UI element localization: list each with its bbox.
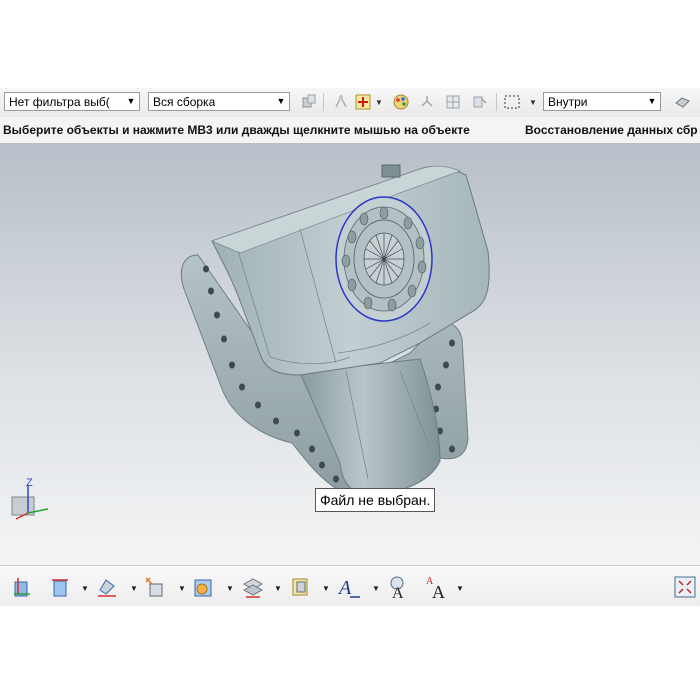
chevron-down-icon: ▼ — [276, 96, 286, 106]
shaded-icon[interactable] — [673, 93, 691, 111]
annotation-text-icon[interactable]: A — [336, 574, 362, 600]
layer-icon[interactable] — [240, 574, 266, 600]
select-filter-icon[interactable] — [354, 93, 372, 111]
move-component-icon[interactable] — [142, 574, 168, 600]
scope-value: Вся сборка — [153, 95, 216, 109]
toolbar-separator — [323, 93, 324, 111]
chevron-down-icon[interactable]: ▼ — [456, 584, 464, 593]
chevron-down-icon[interactable]: ▼ — [226, 584, 234, 593]
fit-view-icon[interactable] — [672, 574, 698, 600]
emblem-boss — [335, 196, 433, 322]
triad-z-label: Z — [26, 477, 33, 489]
view-toolbar: ▼ ▼ ▼ ▼ ▼ ▼ A ▼ A A A ▼ — [0, 565, 700, 606]
text-size-icon[interactable]: A A — [424, 574, 450, 600]
chevron-down-icon[interactable]: ▼ — [81, 584, 89, 593]
assembly-icon[interactable] — [300, 93, 318, 111]
svg-text:A: A — [432, 582, 445, 600]
chevron-down-icon[interactable]: ▼ — [178, 584, 186, 593]
view-triad-icon[interactable] — [10, 574, 36, 600]
chevron-down-icon: ▼ — [126, 96, 136, 106]
chevron-down-icon[interactable]: ▼ — [529, 98, 537, 107]
render-icon[interactable] — [190, 574, 216, 600]
chevron-down-icon[interactable]: ▼ — [372, 584, 380, 593]
status-text: Восстановление данных сбр — [525, 123, 698, 137]
type-filter-value: Нет фильтра выб( — [9, 95, 110, 109]
type-filter-select[interactable]: Нет фильтра выб( ▼ — [4, 92, 140, 111]
magnifier-text-icon[interactable]: A — [386, 574, 412, 600]
selection-mode-select[interactable]: Внутри ▼ — [543, 92, 661, 111]
chevron-down-icon[interactable]: ▼ — [274, 584, 282, 593]
graphics-viewport[interactable]: Z Файл не выбран. — [0, 143, 700, 565]
edge-style-icon[interactable] — [94, 574, 120, 600]
scope-select[interactable]: Вся сборка ▼ — [148, 92, 290, 111]
section-view-icon[interactable] — [48, 574, 74, 600]
toolbar-separator — [496, 93, 497, 111]
top-lug — [381, 164, 401, 178]
cue-prompt-text: Выберите объекты и нажмите MB3 или дважд… — [3, 123, 470, 137]
chevron-down-icon[interactable]: ▼ — [322, 584, 330, 593]
section-icon[interactable] — [444, 93, 462, 111]
selection-toolbar: Нет фильтра выб( ▼ Вся сборка ▼ ▼ ▼ Внут… — [0, 88, 700, 118]
chevron-down-icon[interactable]: ▼ — [130, 584, 138, 593]
selection-box-icon[interactable] — [503, 93, 521, 111]
snap-point-icon[interactable] — [332, 93, 350, 111]
attach-icon[interactable] — [470, 93, 488, 111]
nx-application-window: Нет фильтра выб( ▼ Вся сборка ▼ ▼ ▼ Внут… — [0, 88, 700, 606]
tooltip: Файл не выбран. — [315, 488, 436, 512]
object-display-icon[interactable] — [288, 574, 314, 600]
svg-text:A: A — [337, 577, 352, 599]
color-palette-icon[interactable] — [392, 93, 410, 111]
chevron-down-icon[interactable]: ▼ — [375, 98, 383, 107]
svg-text:A: A — [392, 585, 404, 600]
selection-mode-value: Внутри — [548, 95, 588, 109]
cue-line: Выберите объекты и нажмите MB3 или дважд… — [0, 117, 700, 144]
chevron-down-icon: ▼ — [647, 96, 657, 106]
add-component-icon[interactable] — [418, 93, 436, 111]
